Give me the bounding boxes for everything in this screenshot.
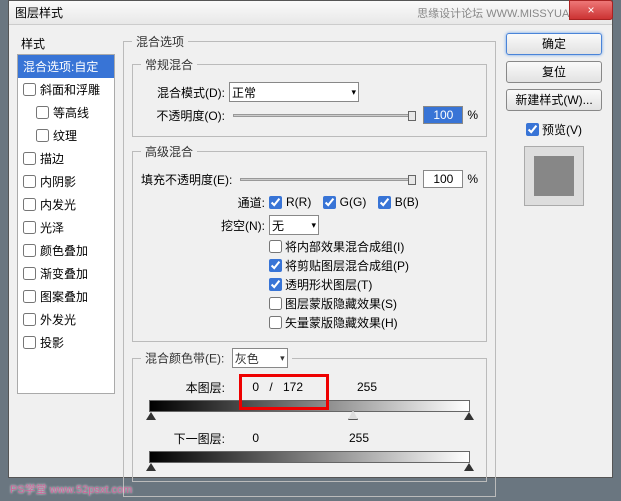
blend-options-legend: 混合选项 xyxy=(132,33,188,50)
opacity-value[interactable]: 100 xyxy=(423,106,463,124)
style-item[interactable]: 外发光 xyxy=(18,308,114,331)
slider-stop-icon[interactable] xyxy=(146,463,156,471)
this-layer-low: 0 xyxy=(229,380,259,394)
advanced-option-checkbox[interactable] xyxy=(269,240,282,253)
underlying-label: 下一图层: xyxy=(141,430,225,447)
style-item[interactable]: 混合选项:自定 xyxy=(18,55,114,78)
reset-button[interactable]: 复位 xyxy=(506,61,602,83)
fill-opacity-value[interactable]: 100 xyxy=(423,170,463,188)
style-item[interactable]: 渐变叠加 xyxy=(18,262,114,285)
blend-if-group: 混合颜色带(E): 灰色▾ 本图层: 0 / 172 255 xyxy=(132,348,487,482)
channel-g-checkbox[interactable] xyxy=(323,196,336,209)
style-item[interactable]: 内发光 xyxy=(18,193,114,216)
advanced-option-checkbox[interactable] xyxy=(269,297,282,310)
style-item[interactable]: 内阴影 xyxy=(18,170,114,193)
preview-checkbox[interactable] xyxy=(526,123,539,136)
preview-label: 预览(V) xyxy=(542,121,582,138)
style-item-checkbox[interactable] xyxy=(23,313,36,326)
style-item-checkbox[interactable] xyxy=(23,290,36,303)
advanced-option-checkbox[interactable] xyxy=(269,278,282,291)
fill-opacity-unit: % xyxy=(467,172,478,186)
window-title: 图层样式 xyxy=(15,4,417,21)
style-item-checkbox[interactable] xyxy=(23,267,36,280)
advanced-option-checkbox[interactable] xyxy=(269,259,282,272)
this-layer-sep: / xyxy=(263,380,279,394)
blend-options-group: 混合选项 常规混合 混合模式(D): 正常▾ 不透明度(O): 100 % xyxy=(123,33,496,497)
style-item-checkbox[interactable] xyxy=(36,106,49,119)
fill-opacity-label: 填充不透明度(E): xyxy=(141,171,232,188)
style-item-checkbox[interactable] xyxy=(23,152,36,165)
advanced-legend: 高级混合 xyxy=(141,143,197,160)
slider-stop-icon[interactable] xyxy=(146,412,156,420)
style-item[interactable]: 等高线 xyxy=(18,101,114,124)
watermark: PS学堂 www.52psxt.com xyxy=(10,481,132,497)
style-item[interactable]: 投影 xyxy=(18,331,114,354)
opacity-label: 不透明度(O): xyxy=(141,107,225,124)
style-item[interactable]: 图案叠加 xyxy=(18,285,114,308)
style-item[interactable]: 斜面和浮雕 xyxy=(18,78,114,101)
blend-mode-select[interactable]: 正常▾ xyxy=(229,82,359,102)
style-item-checkbox[interactable] xyxy=(36,129,49,142)
style-item-checkbox[interactable] xyxy=(23,244,36,257)
this-layer-high: 172 xyxy=(283,380,313,394)
slider-split-stop-icon[interactable] xyxy=(348,410,358,420)
styles-list[interactable]: 混合选项:自定斜面和浮雕等高线纹理描边内阴影内发光光泽颜色叠加渐变叠加图案叠加外… xyxy=(17,54,115,394)
knockout-label: 挖空(N): xyxy=(141,217,265,234)
underlying-max: 255 xyxy=(349,431,369,445)
knockout-select[interactable]: 无▾ xyxy=(269,215,319,235)
style-item[interactable]: 描边 xyxy=(18,147,114,170)
advanced-option-checkbox[interactable] xyxy=(269,316,282,329)
channel-r-checkbox[interactable] xyxy=(269,196,282,209)
channel-b-checkbox[interactable] xyxy=(378,196,391,209)
new-style-button[interactable]: 新建样式(W)... xyxy=(506,89,602,111)
fill-opacity-slider[interactable] xyxy=(240,178,415,181)
style-item-checkbox[interactable] xyxy=(23,221,36,234)
style-item-checkbox[interactable] xyxy=(23,336,36,349)
preview-box xyxy=(524,146,584,206)
advanced-blend-group: 高级混合 填充不透明度(E): 100 % 通道: R(R) G(G) B(B) xyxy=(132,143,487,342)
style-item-checkbox[interactable] xyxy=(23,83,36,96)
chevron-down-icon: ▾ xyxy=(280,353,285,364)
style-item[interactable]: 纹理 xyxy=(18,124,114,147)
channels-label: 通道: xyxy=(141,194,265,211)
blend-if-channel-select[interactable]: 灰色▾ xyxy=(232,348,288,368)
chevron-down-icon: ▾ xyxy=(351,87,356,98)
style-item[interactable]: 颜色叠加 xyxy=(18,239,114,262)
this-layer-label: 本图层: xyxy=(141,379,225,396)
style-item[interactable]: 光泽 xyxy=(18,216,114,239)
preview-swatch xyxy=(534,156,574,196)
chevron-down-icon: ▾ xyxy=(311,220,316,231)
styles-header: 样式 xyxy=(17,33,115,54)
underlying-gradient[interactable] xyxy=(149,451,470,463)
close-button[interactable]: × xyxy=(569,0,613,20)
blend-if-legend: 混合颜色带(E): 灰色▾ xyxy=(141,348,292,368)
slider-stop-icon[interactable] xyxy=(464,463,474,471)
opacity-unit: % xyxy=(467,108,478,122)
underlying-low: 0 xyxy=(229,431,259,445)
slider-stop-icon[interactable] xyxy=(464,412,474,420)
opacity-slider[interactable] xyxy=(233,114,415,117)
style-item-checkbox[interactable] xyxy=(23,175,36,188)
style-item-checkbox[interactable] xyxy=(23,198,36,211)
general-blend-group: 常规混合 混合模式(D): 正常▾ 不透明度(O): 100 % xyxy=(132,56,487,137)
ok-button[interactable]: 确定 xyxy=(506,33,602,55)
general-legend: 常规混合 xyxy=(141,56,197,73)
this-layer-gradient[interactable] xyxy=(149,400,470,412)
blend-mode-label: 混合模式(D): xyxy=(141,84,225,101)
this-layer-max: 255 xyxy=(357,380,377,394)
